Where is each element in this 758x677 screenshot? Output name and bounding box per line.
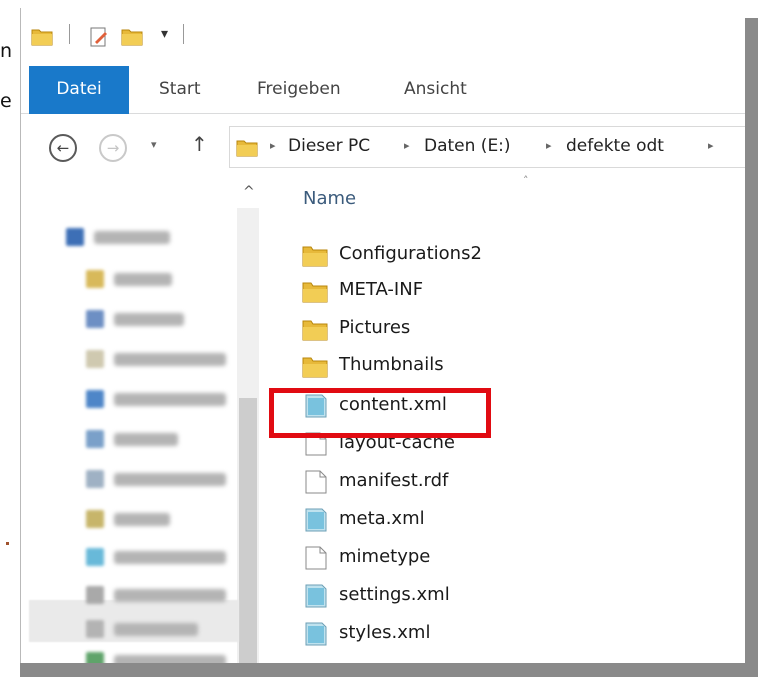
drive-icon (86, 548, 104, 566)
folder-icon (302, 357, 328, 378)
blurred-label (114, 273, 172, 286)
sidebar-scrollbar-thumb[interactable] (239, 398, 257, 663)
file-row[interactable]: Configurations2 (301, 237, 601, 271)
blurred-label (114, 513, 170, 526)
file-name: Configurations2 (339, 243, 482, 264)
file-row[interactable]: mimetype (301, 540, 601, 574)
file-row[interactable]: manifest.rdf (301, 464, 601, 498)
folder-icon (86, 510, 104, 528)
blurred-label (114, 589, 226, 602)
breadcrumb-separator-icon[interactable]: ▸ (708, 139, 714, 152)
folder-icon (86, 470, 104, 488)
scroll-up-icon[interactable]: ^ (243, 184, 255, 200)
blurred-label (94, 231, 170, 244)
ribbon-tabs: Datei Start Freigeben Ansicht (21, 66, 745, 114)
breadcrumb-separator-icon[interactable]: ▸ (270, 139, 276, 152)
breadcrumb-defekte-odt[interactable]: defekte odt (566, 136, 664, 156)
customize-dropdown-icon[interactable]: ▾ (161, 26, 168, 42)
blurred-label (114, 393, 226, 406)
sort-ascending-icon: ˄ (523, 174, 529, 187)
toolbar-separator (183, 24, 184, 44)
blurred-label (114, 473, 226, 486)
breadcrumb-dieser-pc[interactable]: Dieser PC (288, 136, 370, 156)
blurred-label (114, 353, 226, 366)
file-row[interactable]: Pictures (301, 311, 601, 345)
folder-icon (302, 320, 328, 341)
file-name: styles.xml (339, 622, 431, 643)
address-bar[interactable]: ▸ Dieser PC ▸ Daten (E:) ▸ defekte odt ▸ (229, 126, 745, 168)
folder-icon (302, 246, 328, 267)
blurred-label (114, 655, 226, 663)
file-name: Thumbnails (339, 354, 444, 375)
folder-icon (236, 140, 258, 157)
blurred-label (114, 433, 178, 446)
properties-icon[interactable] (89, 26, 109, 48)
background-fragment-dot (6, 542, 9, 545)
file-name: settings.xml (339, 584, 450, 605)
background-window-fragment: e (0, 90, 12, 112)
highlight-box (269, 388, 491, 438)
toolbar-separator (69, 24, 70, 44)
tab-freigeben[interactable]: Freigeben (257, 66, 341, 114)
drive-icon (86, 652, 104, 663)
file-row[interactable]: Thumbnails (301, 348, 601, 382)
drive-icon (86, 586, 104, 604)
window-shadow (20, 663, 758, 677)
navigation-bar: ← → ▾ ↑ ▸ Dieser PC ▸ Daten (E:) ▸ defek… (21, 114, 745, 178)
file-row[interactable]: META-INF (301, 273, 601, 307)
folder-icon (302, 282, 328, 303)
file-name: mimetype (339, 546, 431, 567)
folder-icon[interactable] (31, 26, 53, 46)
recent-locations-chevron-icon[interactable]: ▾ (151, 138, 157, 151)
folder-icon (86, 270, 104, 288)
breadcrumb-separator-icon[interactable]: ▸ (404, 139, 410, 152)
xml-file-icon (305, 508, 327, 532)
tab-start[interactable]: Start (159, 66, 201, 114)
tab-ansicht[interactable]: Ansicht (404, 66, 467, 114)
breadcrumb-daten-e[interactable]: Daten (E:) (424, 136, 511, 156)
up-button[interactable]: ↑ (191, 132, 208, 156)
folder-icon (86, 390, 104, 408)
file-name: META-INF (339, 279, 424, 300)
tab-datei[interactable]: Datei (29, 66, 129, 114)
file-name: Pictures (339, 317, 411, 338)
explorer-window: ▾ Datei Start Freigeben Ansicht ← → ▾ ↑ … (20, 8, 745, 663)
file-row[interactable]: settings.xml (301, 578, 601, 612)
forward-button[interactable]: → (99, 134, 127, 162)
xml-file-icon (305, 622, 327, 646)
window-shadow (745, 18, 758, 677)
breadcrumb-separator-icon[interactable]: ▸ (546, 139, 552, 152)
file-row[interactable]: meta.xml (301, 502, 601, 536)
file-list: ˄ Name Configurations2 META-INF Pictures Th… (261, 174, 745, 663)
back-button[interactable]: ← (49, 134, 77, 162)
file-icon (305, 470, 327, 494)
new-folder-icon[interactable] (121, 26, 143, 46)
file-row[interactable]: styles.xml (301, 616, 601, 650)
drive-icon (86, 620, 104, 638)
blurred-label (114, 623, 198, 636)
background-window-fragment: n (0, 40, 13, 62)
navigation-pane: ^ (21, 178, 261, 663)
file-name: meta.xml (339, 508, 425, 529)
file-name: manifest.rdf (339, 470, 449, 491)
computer-icon (66, 228, 84, 246)
folder-icon (86, 430, 104, 448)
folder-icon (86, 310, 104, 328)
folder-icon (86, 350, 104, 368)
blurred-label (114, 313, 184, 326)
column-header-name[interactable]: Name (303, 188, 356, 209)
xml-file-icon (305, 584, 327, 608)
file-icon (305, 546, 327, 570)
quick-access-toolbar: ▾ (21, 8, 745, 66)
blurred-label (114, 551, 226, 564)
